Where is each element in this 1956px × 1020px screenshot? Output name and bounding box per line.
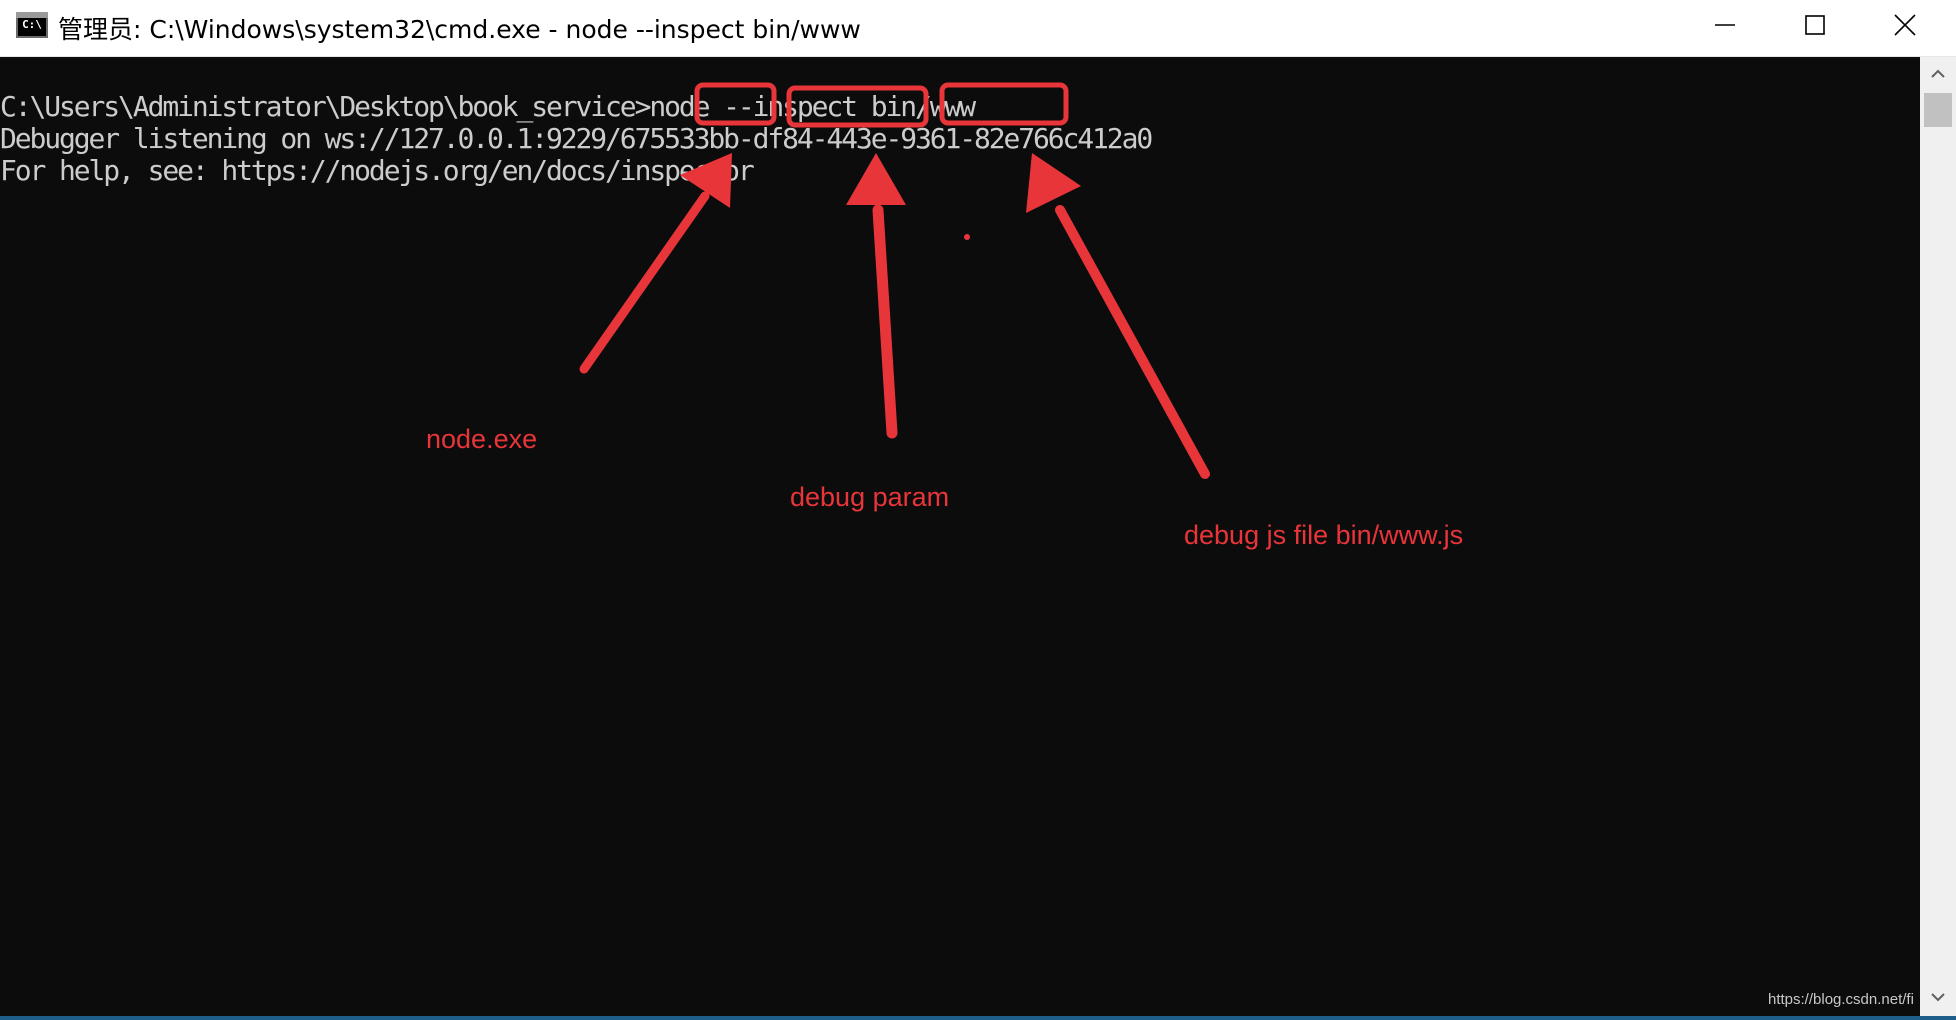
terminal-output[interactable]: C:\Users\Administrator\Desktop\book_serv… <box>0 57 1920 1020</box>
close-button[interactable] <box>1860 0 1950 50</box>
window-bottom-border <box>0 1016 1956 1020</box>
vertical-scrollbar[interactable] <box>1920 57 1956 1020</box>
scroll-up-arrow-icon <box>1931 69 1945 78</box>
annotation-label-debug-param: debug param <box>790 482 950 512</box>
scroll-thumb[interactable] <box>1924 93 1952 127</box>
annotation-label-debug-js-file: debug js file bin/www.js <box>1184 520 1464 550</box>
title-bar[interactable]: C:\ 管理员: C:\Windows\system32\cmd.exe - n… <box>0 0 1956 57</box>
scroll-up-button[interactable] <box>1920 57 1956 91</box>
minimize-button[interactable] <box>1680 0 1770 50</box>
cmd-window: C:\ 管理员: C:\Windows\system32\cmd.exe - n… <box>0 0 1956 1020</box>
maximize-icon <box>1805 15 1825 35</box>
close-icon <box>1894 14 1916 36</box>
annotation-label-node-exe: node.exe <box>426 424 538 454</box>
terminal-line-debugger: Debugger listening on ws://127.0.0.1:922… <box>0 122 1153 155</box>
scroll-down-arrow-icon <box>1931 993 1945 1002</box>
scroll-down-button[interactable] <box>1920 980 1956 1014</box>
terminal-line-help: For help, see: https://nodejs.org/en/doc… <box>0 154 755 187</box>
cmd-icon[interactable]: C:\ <box>16 12 48 38</box>
terminal-line-prompt: C:\Users\Administrator\Desktop\book_serv… <box>0 90 976 123</box>
watermark: https://blog.csdn.net/fi <box>1768 991 1914 1008</box>
minimize-icon <box>1715 24 1735 26</box>
window-title: 管理员: C:\Windows\system32\cmd.exe - node … <box>58 15 861 44</box>
maximize-button[interactable] <box>1770 0 1860 50</box>
